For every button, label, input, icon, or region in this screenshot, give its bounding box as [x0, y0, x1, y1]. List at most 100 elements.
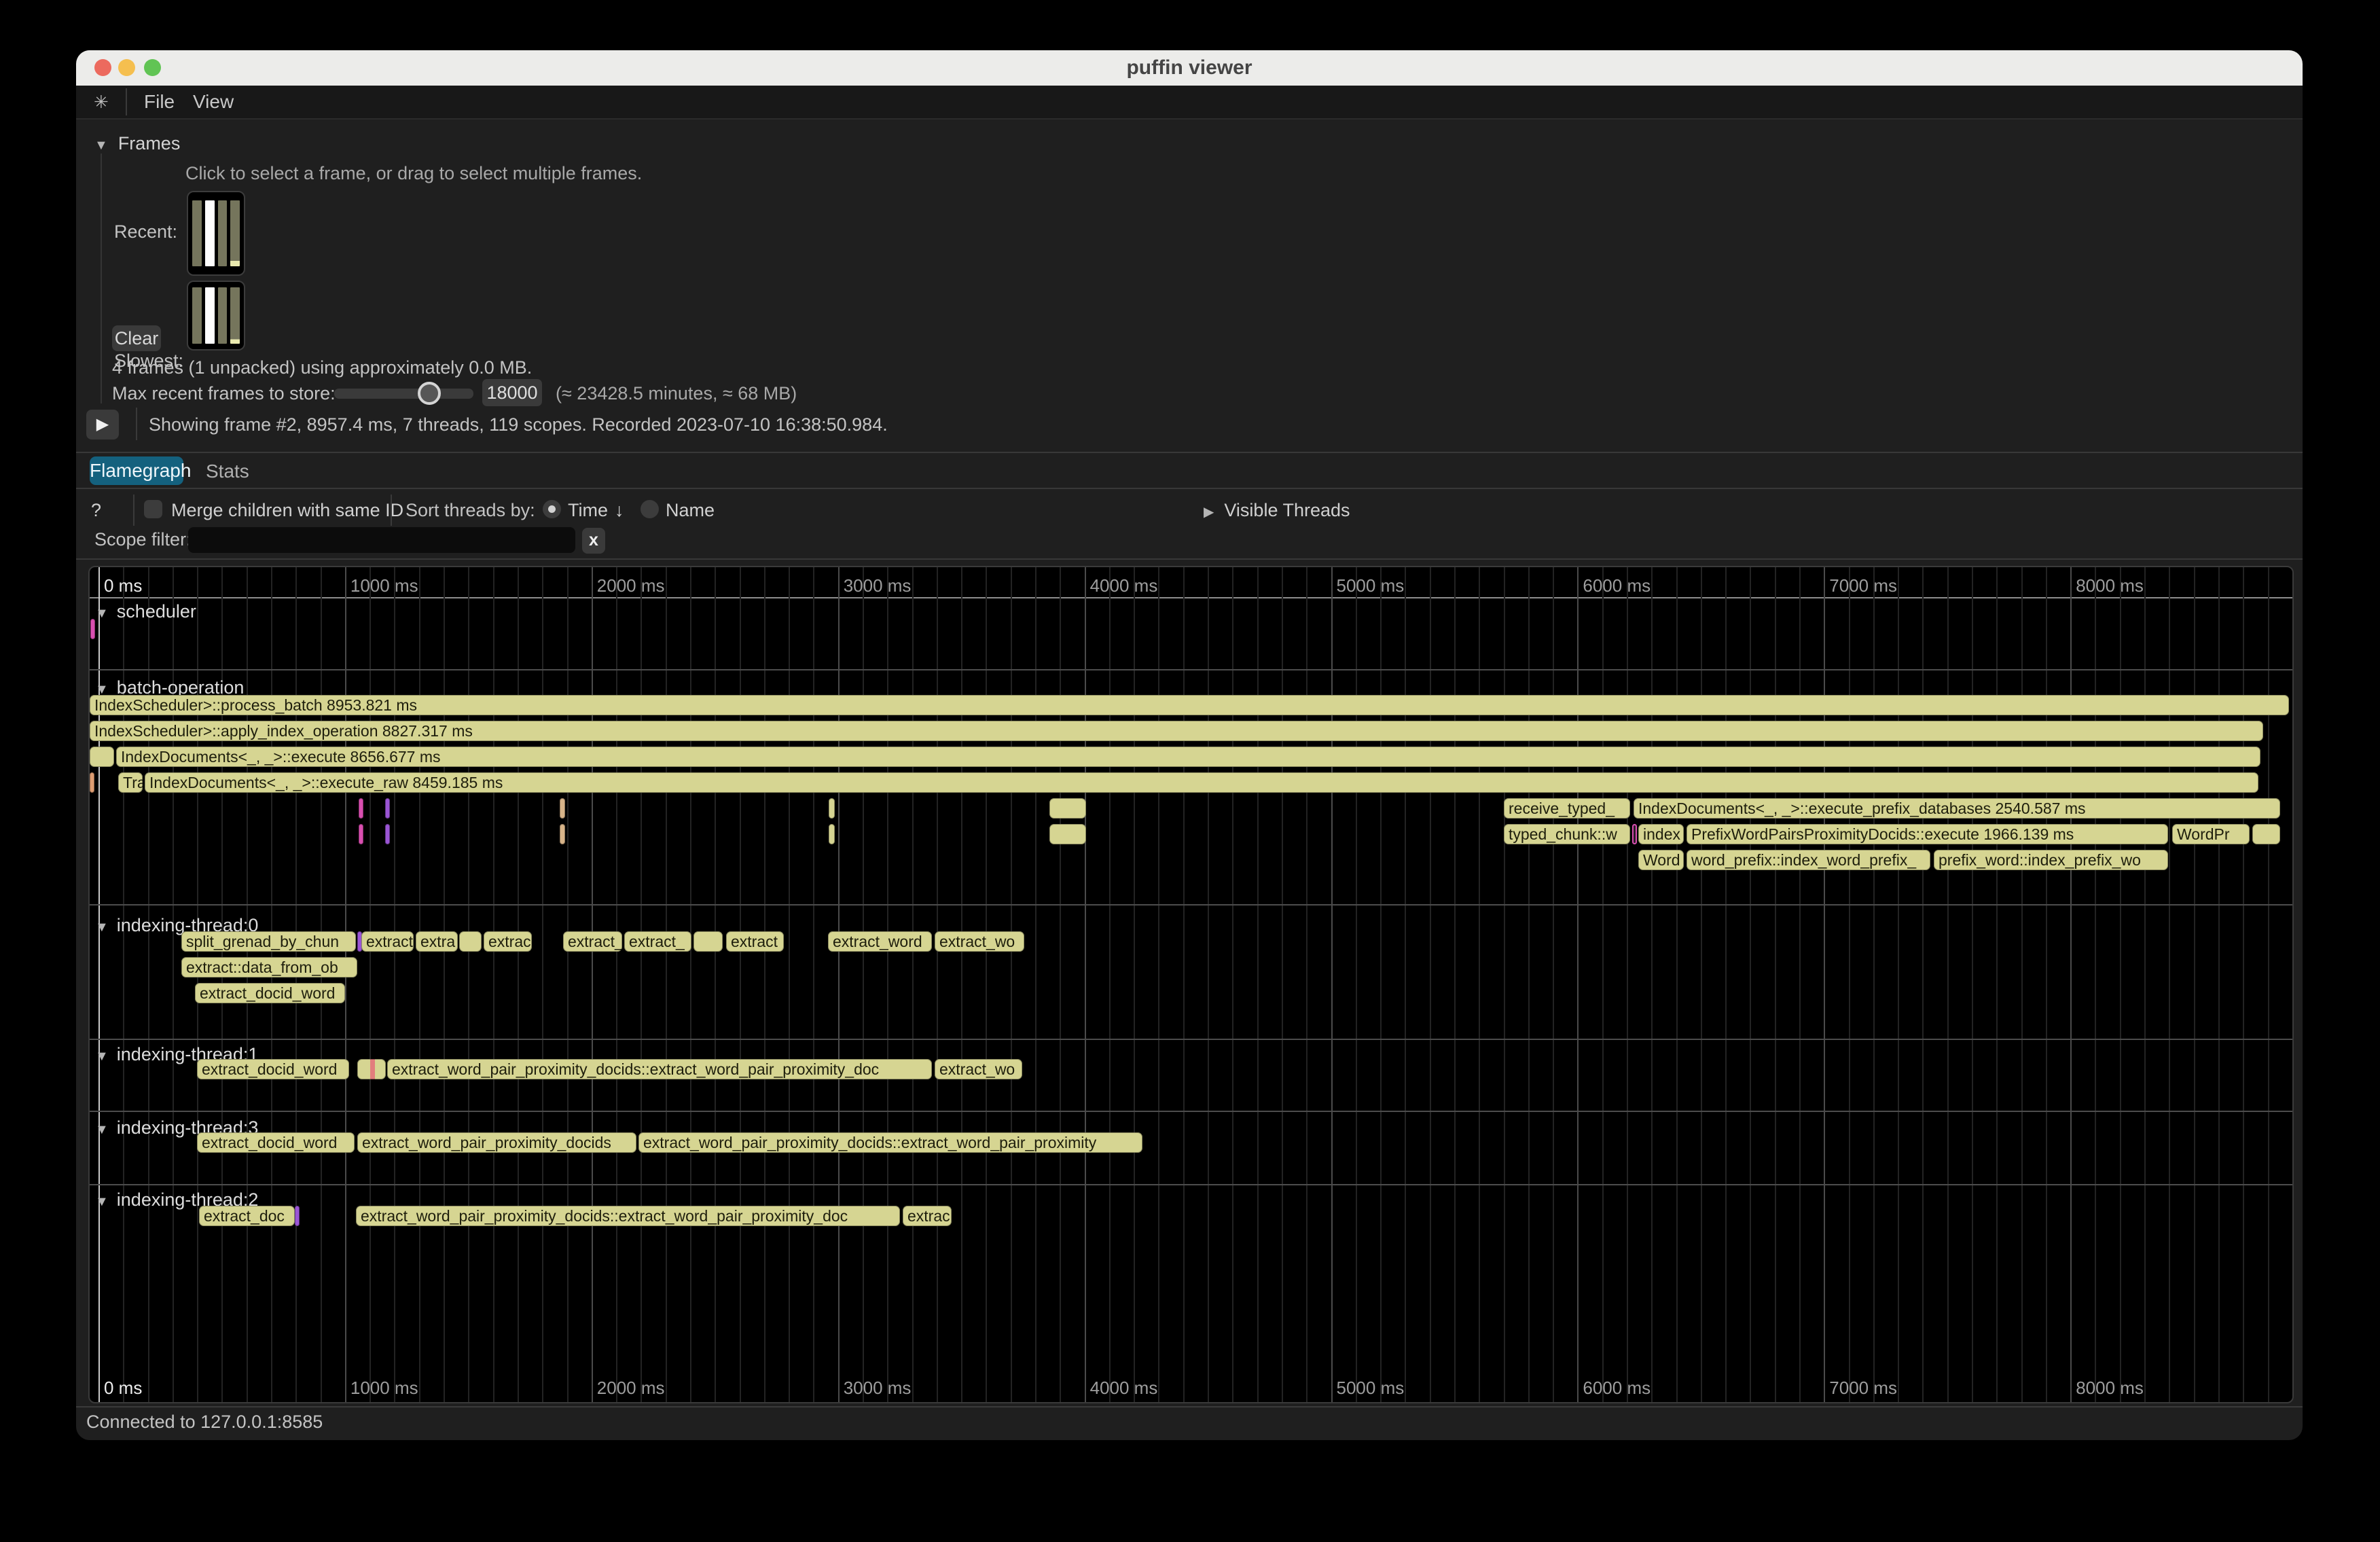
collapse-triangle-icon: ▼ [95, 1122, 109, 1137]
axis-tick-label: 3000 ms [844, 575, 912, 596]
gridline [1824, 567, 1825, 1402]
scope-bar[interactable]: extract_word_pair_proximity_docids::extr… [356, 1206, 900, 1226]
scope-bar[interactable] [1049, 798, 1086, 819]
scope-bar[interactable] [90, 772, 94, 793]
scope-bar[interactable]: IndexDocuments<_, _>::execute_raw 8459.1… [145, 772, 2258, 793]
gridline [764, 567, 765, 1402]
scope-bar[interactable]: typed_chunk::w [1504, 824, 1630, 844]
gridline [592, 567, 593, 1402]
gridline [1602, 567, 1604, 1402]
slowest-frame-thumbnail[interactable] [187, 281, 245, 351]
gridline [1306, 567, 1308, 1402]
gridline [1331, 567, 1333, 1402]
tab-stats[interactable]: Stats [206, 461, 249, 482]
scope-bar[interactable] [459, 931, 482, 952]
gridline [961, 567, 962, 1402]
scope-bar[interactable]: extrac [484, 931, 532, 952]
max-frames-value[interactable]: 18000 [482, 379, 542, 406]
scope-bar[interactable]: extract [726, 931, 784, 952]
scope-bar[interactable] [359, 824, 363, 844]
scope-bar[interactable]: extract_wo [935, 931, 1024, 952]
gridline [1627, 567, 1628, 1402]
frames-section-header[interactable]: ▼ Frames [94, 133, 180, 154]
scope-bar[interactable] [1049, 824, 1086, 844]
axis-tick-label: 7000 ms [1829, 575, 1897, 596]
max-frames-slider[interactable] [334, 389, 473, 399]
scope-bar[interactable] [693, 931, 723, 952]
scope-bar[interactable]: extract_ [563, 931, 622, 952]
menu-view[interactable]: View [193, 86, 234, 118]
gridline [468, 567, 469, 1402]
max-frames-slider-knob[interactable] [418, 382, 441, 405]
scope-bar[interactable] [1632, 824, 1637, 844]
scope-bar[interactable]: IndexScheduler>::process_batch 8953.821 … [90, 695, 2289, 715]
gridline [2194, 567, 2195, 1402]
scope-bar[interactable] [560, 798, 565, 819]
collapse-triangle-icon: ▼ [95, 1049, 109, 1064]
menu-file[interactable]: File [144, 86, 175, 118]
scope-bar[interactable]: index [1638, 824, 1684, 844]
gridline [1479, 567, 1480, 1402]
scope-bar[interactable]: extract_docid_word [197, 1059, 349, 1079]
scope-bar[interactable] [829, 824, 835, 844]
scope-bar[interactable]: extract [361, 931, 414, 952]
clear-button[interactable]: Clear [112, 325, 161, 351]
scope-bar[interactable]: extract_docid_word [195, 983, 345, 1003]
scope-bar[interactable]: extract_word_pair_proximity_docids [357, 1132, 636, 1153]
merge-children-checkbox[interactable] [144, 500, 162, 518]
scope-bar[interactable] [90, 747, 114, 767]
sort-time-radio[interactable] [543, 500, 561, 518]
scope-filter-input[interactable] [188, 527, 575, 553]
scope-bar[interactable] [357, 1059, 386, 1079]
scope-bar[interactable]: extra [416, 931, 458, 952]
play-button[interactable]: ▶ [86, 410, 119, 440]
frame-thumbnail-bar [218, 287, 228, 344]
section-separator [90, 904, 2292, 906]
scope-bar[interactable]: extract_word_pair_proximity_docids::extr… [387, 1059, 932, 1079]
scope-bar[interactable]: PrefixWordPairsProximityDocids::execute … [1687, 824, 2168, 844]
gridline [2046, 567, 2047, 1402]
recent-frame-thumbnail[interactable] [187, 191, 245, 276]
scope-bar[interactable]: extract_ [624, 931, 691, 952]
sort-direction-arrow-icon[interactable]: ↓ [615, 500, 624, 521]
scope-bar[interactable] [560, 824, 565, 844]
gridline [1996, 567, 1998, 1402]
scope-bar[interactable]: extract_wo [935, 1059, 1022, 1079]
scope-bar[interactable]: IndexDocuments<_, _>::execute 8656.677 m… [116, 747, 2260, 767]
scope-bar[interactable] [385, 824, 390, 844]
theme-toggle-icon[interactable]: ✳ [94, 86, 109, 118]
scope-bar[interactable]: Word [1638, 850, 1684, 870]
options-divider [391, 495, 392, 526]
scope-bar[interactable] [295, 1206, 300, 1226]
scope-bar[interactable]: WordPr [2172, 824, 2250, 844]
gridline [1553, 567, 1554, 1402]
help-button[interactable]: ? [91, 500, 101, 521]
scope-bar[interactable] [2252, 824, 2280, 844]
scope-bar[interactable]: extrac [903, 1206, 952, 1226]
scope-bar[interactable]: prefix_word::index_prefix_wo [1934, 850, 2168, 870]
scope-bar[interactable]: receive_typed_ [1504, 798, 1630, 819]
scope-bar[interactable]: extract_word_pair_proximity_docids::extr… [638, 1132, 1142, 1153]
thread-header-scheduler[interactable]: ▼scheduler [95, 601, 196, 622]
scope-bar[interactable] [829, 798, 835, 819]
scope-bar[interactable]: IndexDocuments<_, _>::execute_prefix_dat… [1634, 798, 2280, 819]
scope-bar[interactable]: IndexScheduler>::apply_index_operation 8… [90, 721, 2263, 741]
scope-bar[interactable]: extract_doc [199, 1206, 295, 1226]
scope-bar[interactable]: Trans [118, 772, 143, 793]
separator [76, 488, 2303, 489]
gridline [1085, 567, 1086, 1402]
scope-bar[interactable]: extract_docid_word [197, 1132, 355, 1153]
tab-flamegraph[interactable]: Flamegraph [90, 456, 183, 485]
scope-bar[interactable]: extract_word [828, 931, 932, 952]
frame-thumbnail-bar [192, 287, 202, 344]
scope-bar[interactable]: word_prefix::index_word_prefix_ [1687, 850, 1930, 870]
scope-bar[interactable] [90, 619, 95, 639]
clear-filter-button[interactable]: x [582, 528, 605, 554]
flamegraph-panel[interactable]: 0 ms0 ms1000 ms1000 ms2000 ms2000 ms3000… [88, 566, 2294, 1403]
scope-bar[interactable] [359, 798, 363, 819]
scope-bar[interactable]: split_grenad_by_chun [181, 931, 356, 952]
visible-threads-toggle[interactable]: ▶ Visible Threads [1204, 500, 1350, 521]
sort-name-radio[interactable] [641, 500, 659, 518]
scope-bar[interactable]: extract::data_from_ob [181, 957, 357, 978]
scope-bar[interactable] [385, 798, 390, 819]
